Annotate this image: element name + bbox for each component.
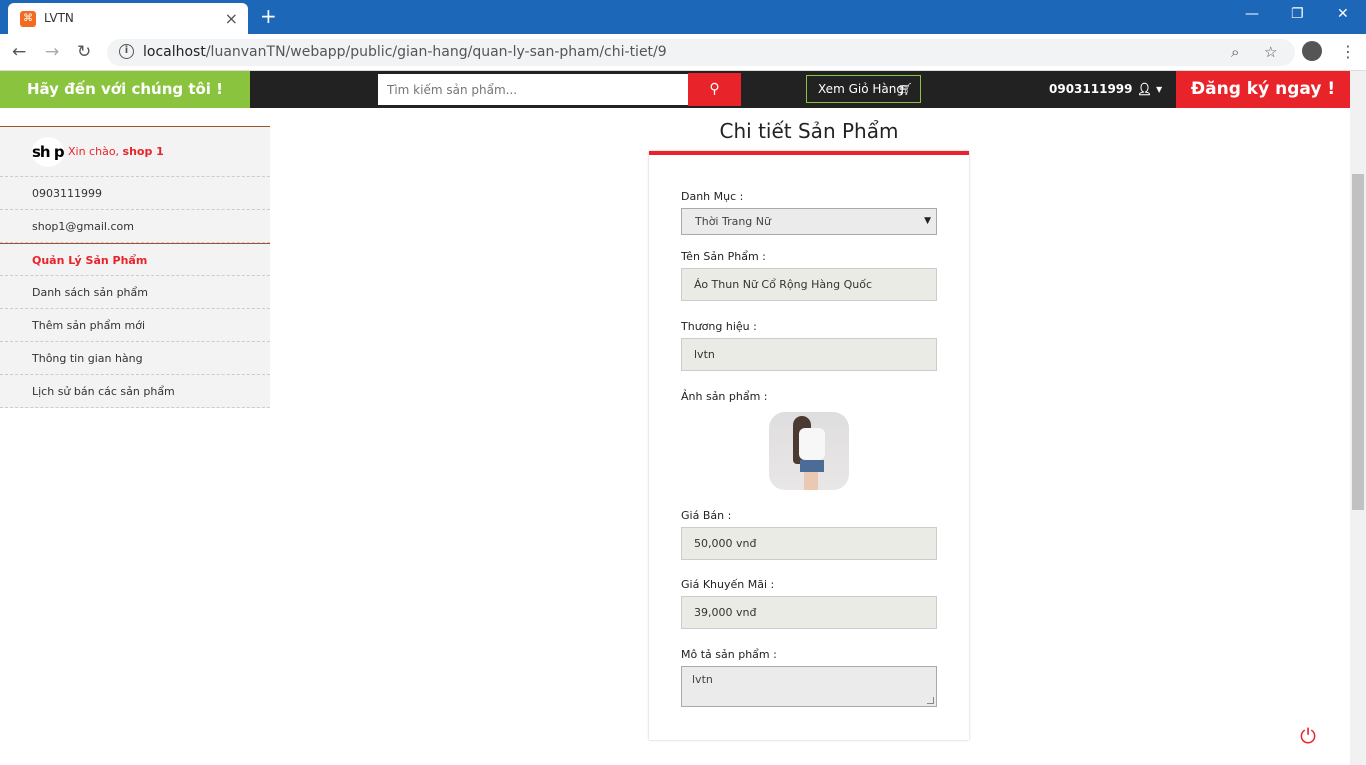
search-button[interactable]: ⚲ — [688, 73, 741, 106]
power-icon[interactable]: ⏻ — [1296, 724, 1320, 750]
category-label: Danh Mục : — [681, 190, 744, 203]
account-phone: 0903111999 — [1049, 82, 1133, 96]
zoom-icon[interactable]: ⌕ — [1231, 43, 1239, 61]
restore-icon[interactable]: ❐ — [1291, 6, 1304, 22]
browser-tab[interactable]: ⌘ LVTN × — [8, 3, 248, 34]
sidebar-greeting: sh p Xin chào, shop 1 — [0, 127, 270, 177]
description-label: Mô tả sản phẩm : — [681, 648, 777, 661]
page-title: Chi tiết Sản Phẩm — [719, 119, 899, 143]
product-image — [769, 412, 849, 490]
brand-field[interactable]: lvtn — [681, 338, 937, 371]
search-input[interactable] — [378, 74, 688, 105]
sidebar-item-sales-history[interactable]: Lịch sử bán các sản phẩm — [0, 375, 270, 408]
product-name-field[interactable]: Áo Thun Nữ Cổ Rộng Hàng Quốc — [681, 268, 937, 301]
cart-label: Xem Giỏ Hàng — [818, 82, 904, 96]
product-image-label: Ảnh sản phẩm : — [681, 390, 768, 403]
menu-dots-icon[interactable]: ⋮ — [1340, 42, 1356, 61]
category-select[interactable]: Thời Trang Nữ ▼ — [681, 208, 937, 235]
dropdown-arrow-icon: ▼ — [924, 216, 931, 226]
scroll-thumb[interactable] — [1352, 174, 1364, 510]
sidebar-email: shop1@gmail.com — [0, 210, 270, 243]
account-dropdown[interactable]: 0903111999 👤︎ ▾ — [1049, 82, 1162, 96]
search-icon: ⚲ — [709, 81, 720, 97]
url-text: localhost/luanvanTN/webapp/public/gian-h… — [143, 44, 667, 60]
cart-icon: 🛒︎ — [897, 82, 913, 96]
xampp-favicon-icon: ⌘ — [20, 11, 36, 27]
product-name-label: Tên Sản Phẩm : — [681, 250, 766, 263]
sale-price-label: Giá Khuyến Mãi : — [681, 578, 775, 591]
browser-tab-bar: ⌘ LVTN × + — ❐ ✕ — [0, 0, 1366, 34]
sidebar-section-title[interactable]: Quản Lý Sản Phẩm — [0, 243, 270, 276]
shop-name: shop 1 — [122, 145, 164, 158]
user-icon: 👤︎ — [1136, 82, 1152, 96]
description-value: lvtn — [692, 673, 713, 686]
info-icon[interactable]: i — [119, 44, 134, 59]
resize-handle-icon[interactable] — [927, 697, 934, 704]
sale-price-field[interactable]: 39,000 vnđ — [681, 596, 937, 629]
category-value: Thời Trang Nữ — [695, 215, 771, 228]
close-tab-icon[interactable]: × — [225, 9, 238, 28]
bookmark-star-icon[interactable]: ☆ — [1264, 43, 1277, 61]
sidebar-item-product-list[interactable]: Danh sách sản phẩm — [0, 276, 270, 309]
greeting-text: Xin chào, shop 1 — [68, 145, 164, 158]
sidebar-item-shop-info[interactable]: Thông tin gian hàng — [0, 342, 270, 375]
caret-down-icon: ▾ — [1156, 82, 1163, 96]
address-bar: ← → ↻ i localhost/luanvanTN/webapp/publi… — [0, 34, 1366, 71]
back-icon[interactable]: ← — [12, 42, 26, 62]
sidebar-item-add-product[interactable]: Thêm sản phẩm mới — [0, 309, 270, 342]
brand-label: Thương hiệu : — [681, 320, 757, 333]
new-tab-icon[interactable]: + — [260, 4, 277, 28]
minimize-icon[interactable]: — — [1245, 6, 1259, 22]
reload-icon[interactable]: ↻ — [77, 42, 91, 62]
product-detail-form: Danh Mục : Thời Trang Nữ ▼ Tên Sản Phẩm … — [649, 151, 969, 740]
description-textarea[interactable]: lvtn — [681, 666, 937, 707]
register-button[interactable]: Đăng ký ngay ! — [1176, 71, 1350, 108]
price-field[interactable]: 50,000 vnđ — [681, 527, 937, 560]
profile-avatar[interactable] — [1302, 41, 1322, 61]
site-header: Hãy đến với chúng tôi ! ⚲ Xem Giỏ Hàng 🛒… — [0, 71, 1350, 108]
price-label: Giá Bán : — [681, 509, 732, 522]
sidebar-phone: 0903111999 — [0, 177, 270, 210]
tab-title: LVTN — [44, 11, 74, 25]
welcome-banner: Hãy đến với chúng tôi ! — [0, 71, 250, 108]
shop-logo: sh p — [32, 137, 65, 167]
forward-icon[interactable]: → — [45, 42, 59, 62]
page-scrollbar[interactable] — [1350, 71, 1366, 765]
close-window-icon[interactable]: ✕ — [1337, 6, 1349, 22]
view-cart-button[interactable]: Xem Giỏ Hàng 🛒︎ — [806, 75, 921, 103]
url-input[interactable]: i localhost/luanvanTN/webapp/public/gian… — [107, 39, 1295, 66]
sidebar: sh p Xin chào, shop 1 0903111999 shop1@g… — [0, 126, 270, 408]
